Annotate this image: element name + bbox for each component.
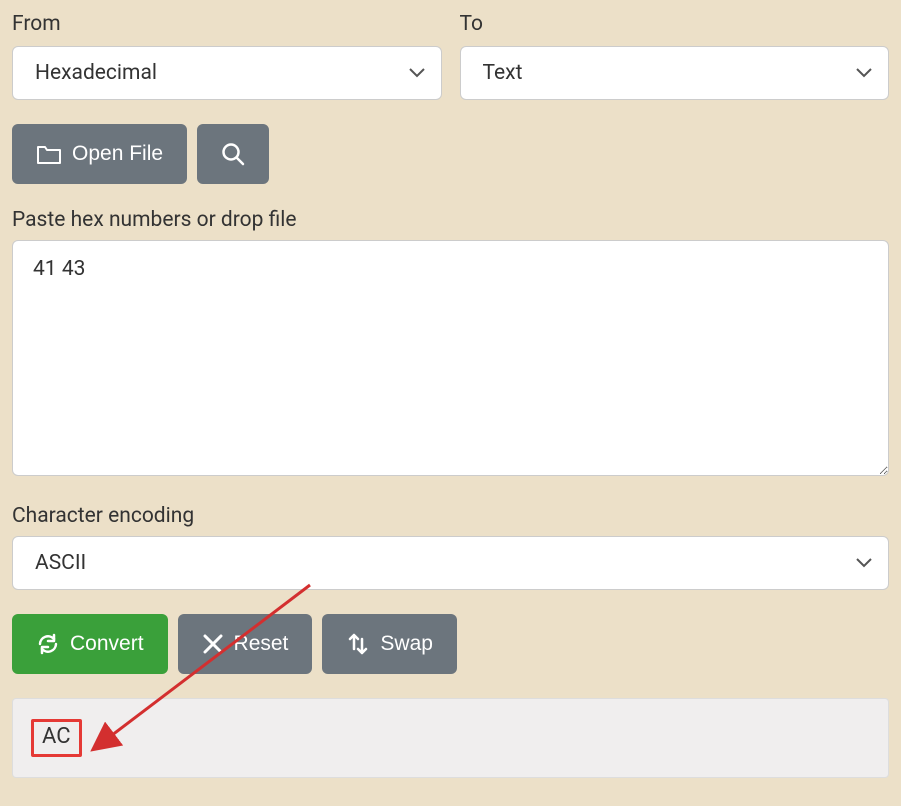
chevron-down-icon: [409, 68, 425, 78]
input-label: Paste hex numbers or drop file: [12, 208, 889, 232]
reset-label: Reset: [234, 632, 289, 656]
to-select[interactable]: Text: [460, 46, 890, 100]
output-value: AC: [31, 719, 82, 757]
close-icon: [202, 633, 224, 655]
from-select[interactable]: Hexadecimal: [12, 46, 442, 100]
chevron-down-icon: [856, 68, 872, 78]
convert-label: Convert: [70, 632, 144, 656]
encoding-select-value: ASCII: [35, 551, 86, 575]
encoding-select[interactable]: ASCII: [12, 536, 889, 590]
search-button[interactable]: [197, 124, 269, 184]
from-select-value: Hexadecimal: [35, 61, 157, 85]
swap-button[interactable]: Swap: [322, 614, 457, 674]
encoding-label: Character encoding: [12, 504, 889, 528]
from-label: From: [12, 12, 442, 36]
open-file-label: Open File: [72, 142, 163, 166]
hex-input[interactable]: [12, 240, 889, 476]
refresh-icon: [36, 632, 60, 656]
search-icon: [220, 141, 246, 167]
output-box: AC: [12, 698, 889, 778]
to-select-value: Text: [483, 61, 523, 85]
open-file-button[interactable]: Open File: [12, 124, 187, 184]
convert-button[interactable]: Convert: [12, 614, 168, 674]
chevron-down-icon: [856, 558, 872, 568]
folder-icon: [36, 143, 62, 165]
to-label: To: [460, 12, 890, 36]
swap-label: Swap: [380, 632, 433, 656]
reset-button[interactable]: Reset: [178, 614, 313, 674]
swap-icon: [346, 632, 370, 656]
